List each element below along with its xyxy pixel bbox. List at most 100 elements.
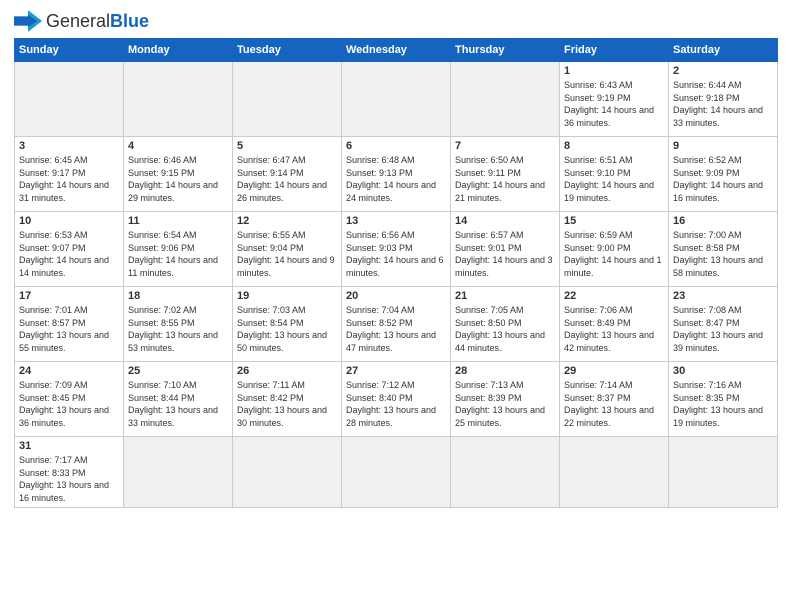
day-number: 2	[673, 65, 773, 77]
calendar-day-cell: 7 Sunrise: 6:50 AM Sunset: 9:11 PM Daylig…	[451, 137, 560, 212]
calendar-day-cell	[451, 62, 560, 137]
day-info: Sunrise: 7:08 AM Sunset: 8:47 PM Dayligh…	[673, 304, 773, 354]
calendar-day-cell: 11Sunrise: 6:54 AM Sunset: 9:06 PM Dayli…	[124, 212, 233, 287]
logo-blue: Blue	[110, 11, 149, 31]
weekday-header: Thursday	[451, 39, 560, 62]
day-info: Sunrise: 6:48 AM Sunset: 9:13 PM Dayligh…	[346, 154, 446, 204]
calendar-day-cell: 22 Sunrise: 7:06 AM Sunset: 8:49 PM Dayli…	[560, 287, 669, 362]
day-info: Sunrise: 6:56 AM Sunset: 9:03 PM Dayligh…	[346, 229, 446, 279]
day-info: Sunrise: 7:02 AM Sunset: 8:55 PM Dayligh…	[128, 304, 228, 354]
calendar-day-cell: 6 Sunrise: 6:48 AM Sunset: 9:13 PM Daylig…	[342, 137, 451, 212]
day-number: 18	[128, 290, 228, 302]
day-number: 24	[19, 365, 119, 377]
day-number: 21	[455, 290, 555, 302]
day-number: 22	[564, 290, 664, 302]
day-number: 5	[237, 140, 337, 152]
calendar-day-cell	[342, 437, 451, 508]
calendar-day-cell	[233, 437, 342, 508]
calendar-day-cell: 12Sunrise: 6:55 AM Sunset: 9:04 PM Dayli…	[233, 212, 342, 287]
day-info: Sunrise: 6:52 AM Sunset: 9:09 PM Dayligh…	[673, 154, 773, 204]
calendar-header-row: SundayMondayTuesdayWednesdayThursdayFrid…	[15, 39, 778, 62]
calendar-day-cell	[233, 62, 342, 137]
day-number: 3	[19, 140, 119, 152]
day-info: Sunrise: 6:50 AM Sunset: 9:11 PM Dayligh…	[455, 154, 555, 204]
day-number: 27	[346, 365, 446, 377]
day-number: 13	[346, 215, 446, 227]
day-info: Sunrise: 7:04 AM Sunset: 8:52 PM Dayligh…	[346, 304, 446, 354]
day-number: 29	[564, 365, 664, 377]
calendar-page: GeneralBlue SundayMondayTuesdayWednesday…	[0, 0, 792, 612]
calendar-day-cell: 24Sunrise: 7:09 AM Sunset: 8:45 PM Dayli…	[15, 362, 124, 437]
day-number: 17	[19, 290, 119, 302]
calendar-day-cell: 13 Sunrise: 6:56 AM Sunset: 9:03 PM Dayli…	[342, 212, 451, 287]
calendar-week-row: 24Sunrise: 7:09 AM Sunset: 8:45 PM Dayli…	[15, 362, 778, 437]
weekday-header: Wednesday	[342, 39, 451, 62]
calendar-day-cell: 16Sunrise: 7:00 AM Sunset: 8:58 PM Dayli…	[669, 212, 778, 287]
logo-icon	[14, 10, 42, 32]
day-number: 7	[455, 140, 555, 152]
day-info: Sunrise: 6:46 AM Sunset: 9:15 PM Dayligh…	[128, 154, 228, 204]
day-number: 30	[673, 365, 773, 377]
calendar-day-cell: 20 Sunrise: 7:04 AM Sunset: 8:52 PM Dayli…	[342, 287, 451, 362]
day-info: Sunrise: 7:10 AM Sunset: 8:44 PM Dayligh…	[128, 379, 228, 429]
calendar-day-cell: 26Sunrise: 7:11 AM Sunset: 8:42 PM Dayli…	[233, 362, 342, 437]
day-info: Sunrise: 6:51 AM Sunset: 9:10 PM Dayligh…	[564, 154, 664, 204]
calendar-week-row: 1Sunrise: 6:43 AM Sunset: 9:19 PM Daylig…	[15, 62, 778, 137]
day-info: Sunrise: 7:12 AM Sunset: 8:40 PM Dayligh…	[346, 379, 446, 429]
calendar-day-cell: 21 Sunrise: 7:05 AM Sunset: 8:50 PM Dayli…	[451, 287, 560, 362]
day-number: 12	[237, 215, 337, 227]
calendar-day-cell: 10 Sunrise: 6:53 AM Sunset: 9:07 PM Dayli…	[15, 212, 124, 287]
day-info: Sunrise: 6:45 AM Sunset: 9:17 PM Dayligh…	[19, 154, 119, 204]
day-number: 9	[673, 140, 773, 152]
day-number: 6	[346, 140, 446, 152]
day-info: Sunrise: 7:01 AM Sunset: 8:57 PM Dayligh…	[19, 304, 119, 354]
calendar-day-cell: 17 Sunrise: 7:01 AM Sunset: 8:57 PM Dayli…	[15, 287, 124, 362]
weekday-header: Tuesday	[233, 39, 342, 62]
calendar-day-cell	[124, 437, 233, 508]
calendar-day-cell: 5 Sunrise: 6:47 AM Sunset: 9:14 PM Daylig…	[233, 137, 342, 212]
day-number: 15	[564, 215, 664, 227]
calendar-day-cell: 28 Sunrise: 7:13 AM Sunset: 8:39 PM Dayli…	[451, 362, 560, 437]
logo-general: General	[46, 11, 110, 31]
calendar-day-cell: 30 Sunrise: 7:16 AM Sunset: 8:35 PM Dayli…	[669, 362, 778, 437]
calendar-day-cell	[124, 62, 233, 137]
calendar-week-row: 10 Sunrise: 6:53 AM Sunset: 9:07 PM Dayli…	[15, 212, 778, 287]
weekday-header: Sunday	[15, 39, 124, 62]
day-info: Sunrise: 7:13 AM Sunset: 8:39 PM Dayligh…	[455, 379, 555, 429]
day-info: Sunrise: 6:53 AM Sunset: 9:07 PM Dayligh…	[19, 229, 119, 279]
day-number: 31	[19, 440, 119, 452]
day-number: 14	[455, 215, 555, 227]
day-number: 8	[564, 140, 664, 152]
day-info: Sunrise: 7:11 AM Sunset: 8:42 PM Dayligh…	[237, 379, 337, 429]
calendar-day-cell: 18 Sunrise: 7:02 AM Sunset: 8:55 PM Dayli…	[124, 287, 233, 362]
day-info: Sunrise: 7:17 AM Sunset: 8:33 PM Dayligh…	[19, 454, 119, 504]
calendar-day-cell: 27 Sunrise: 7:12 AM Sunset: 8:40 PM Dayli…	[342, 362, 451, 437]
day-number: 28	[455, 365, 555, 377]
day-info: Sunrise: 7:14 AM Sunset: 8:37 PM Dayligh…	[564, 379, 664, 429]
day-number: 20	[346, 290, 446, 302]
weekday-header: Monday	[124, 39, 233, 62]
calendar-day-cell: 3 Sunrise: 6:45 AM Sunset: 9:17 PM Daylig…	[15, 137, 124, 212]
day-number: 19	[237, 290, 337, 302]
calendar-day-cell: 19 Sunrise: 7:03 AM Sunset: 8:54 PM Dayli…	[233, 287, 342, 362]
calendar-week-row: 31 Sunrise: 7:17 AM Sunset: 8:33 PM Dayli…	[15, 437, 778, 508]
day-info: Sunrise: 6:57 AM Sunset: 9:01 PM Dayligh…	[455, 229, 555, 279]
day-info: Sunrise: 7:06 AM Sunset: 8:49 PM Dayligh…	[564, 304, 664, 354]
calendar-week-row: 3 Sunrise: 6:45 AM Sunset: 9:17 PM Daylig…	[15, 137, 778, 212]
calendar-day-cell: 8 Sunrise: 6:51 AM Sunset: 9:10 PM Daylig…	[560, 137, 669, 212]
weekday-header: Saturday	[669, 39, 778, 62]
day-number: 11	[128, 215, 228, 227]
day-info: Sunrise: 7:03 AM Sunset: 8:54 PM Dayligh…	[237, 304, 337, 354]
page-header: GeneralBlue	[14, 10, 778, 32]
day-info: Sunrise: 6:47 AM Sunset: 9:14 PM Dayligh…	[237, 154, 337, 204]
day-info: Sunrise: 7:16 AM Sunset: 8:35 PM Dayligh…	[673, 379, 773, 429]
calendar-table: SundayMondayTuesdayWednesdayThursdayFrid…	[14, 38, 778, 508]
day-number: 10	[19, 215, 119, 227]
day-info: Sunrise: 6:59 AM Sunset: 9:00 PM Dayligh…	[564, 229, 664, 279]
calendar-week-row: 17 Sunrise: 7:01 AM Sunset: 8:57 PM Dayli…	[15, 287, 778, 362]
day-info: Sunrise: 7:05 AM Sunset: 8:50 PM Dayligh…	[455, 304, 555, 354]
calendar-day-cell	[342, 62, 451, 137]
calendar-day-cell	[15, 62, 124, 137]
calendar-day-cell: 1Sunrise: 6:43 AM Sunset: 9:19 PM Daylig…	[560, 62, 669, 137]
weekday-header: Friday	[560, 39, 669, 62]
